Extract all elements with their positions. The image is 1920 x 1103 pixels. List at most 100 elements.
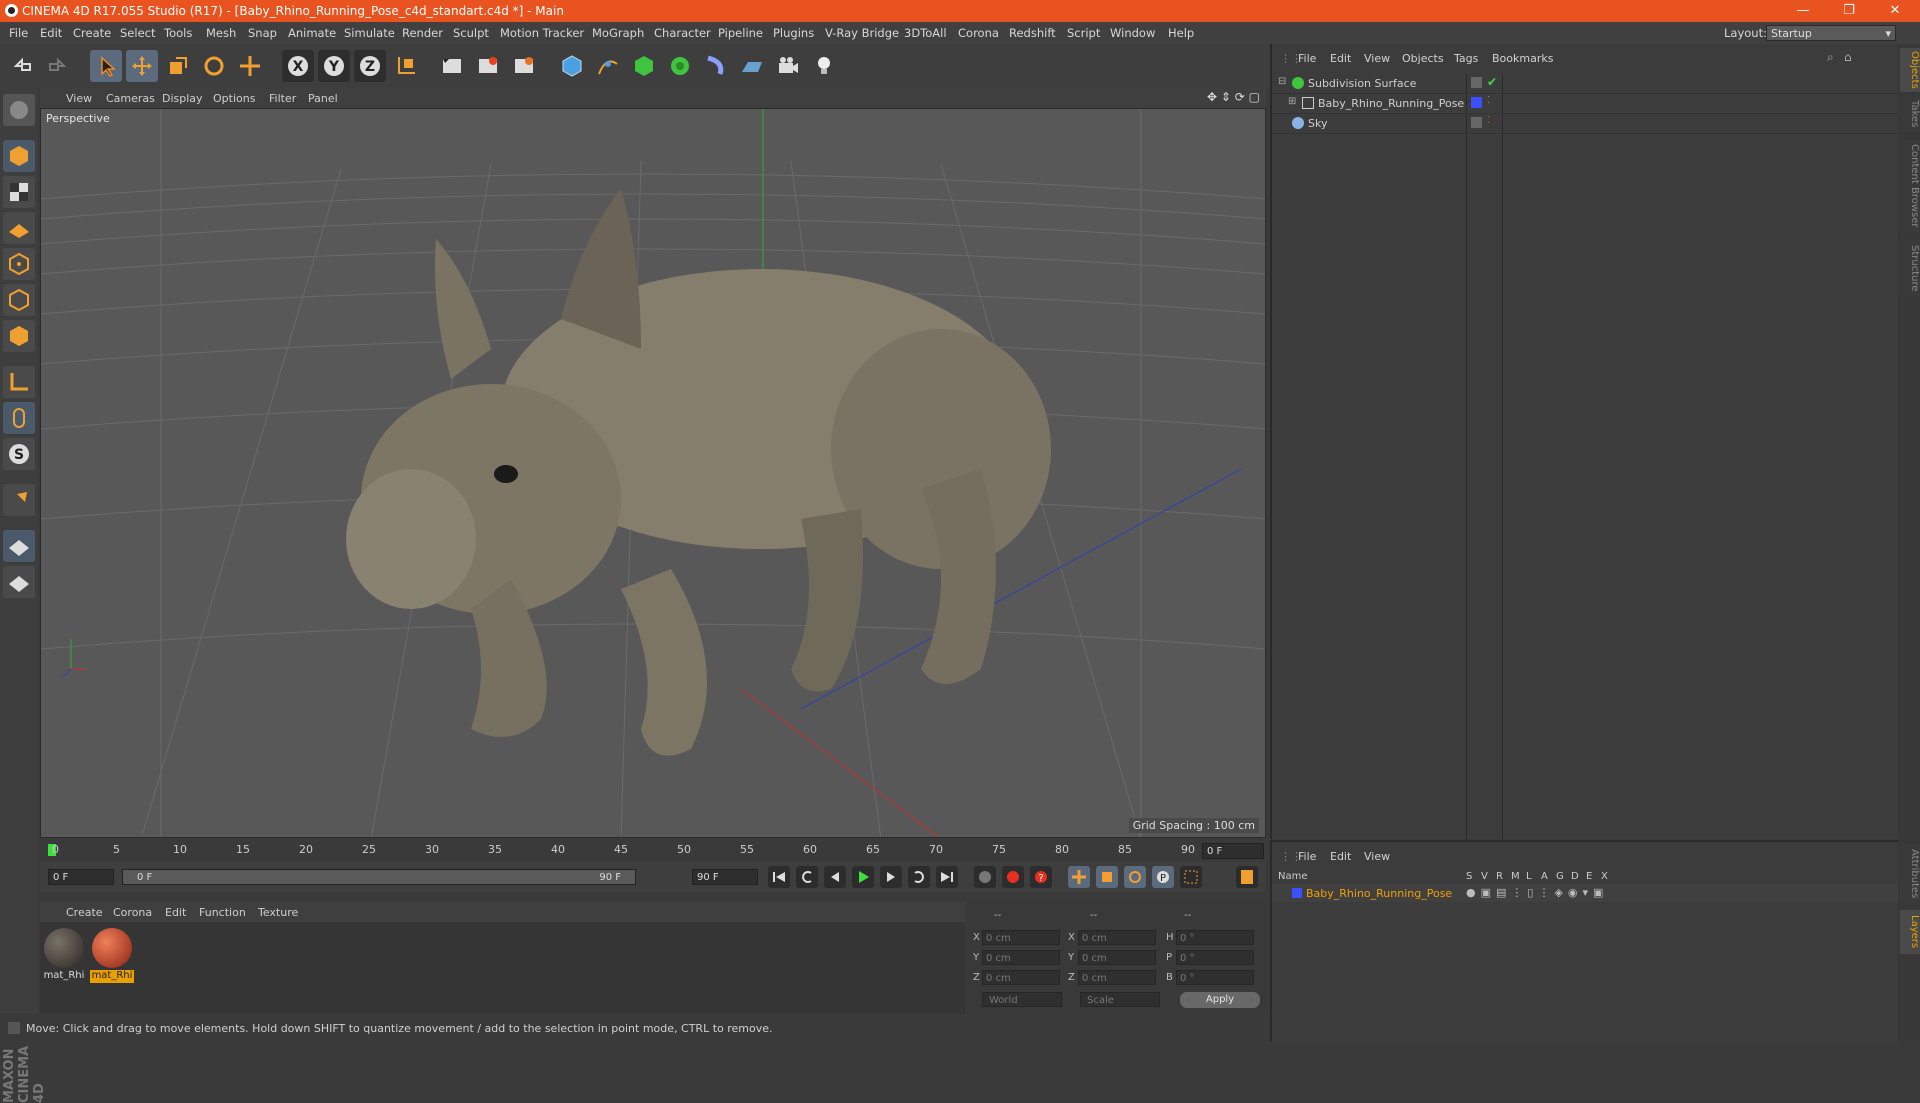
menu-tools[interactable]: Tools xyxy=(164,26,192,40)
tab-layers[interactable]: Layers xyxy=(1900,910,1920,954)
next-frame-button[interactable] xyxy=(880,866,902,888)
rot-h-field[interactable]: 0 ° xyxy=(1176,930,1254,945)
menu-edit[interactable]: Edit xyxy=(40,26,62,40)
prev-frame-button[interactable] xyxy=(824,866,846,888)
live-selection-button[interactable] xyxy=(90,50,122,82)
viewport-perspective[interactable]: Perspective Grid Spacing : 100 cm xyxy=(40,108,1266,838)
undo-button[interactable] xyxy=(6,50,38,82)
pos-x-field[interactable]: 0 cm xyxy=(982,930,1060,945)
mat-menu-create[interactable]: Create xyxy=(66,906,103,919)
visibility-icon[interactable] xyxy=(1471,77,1482,88)
menu-animate[interactable]: Animate xyxy=(288,26,336,40)
vp-menu-options[interactable]: Options xyxy=(213,92,255,105)
vp-menu-filter[interactable]: Filter xyxy=(269,92,296,105)
visibility-dots-icon[interactable]: ⁚ xyxy=(1487,95,1490,106)
rot-p-field[interactable]: 0 ° xyxy=(1176,950,1254,965)
cube-object-button[interactable] xyxy=(556,50,588,82)
visibility-icon[interactable] xyxy=(1471,117,1482,128)
vp-menu-display[interactable]: Display xyxy=(162,92,203,105)
layout-select[interactable]: Startup ▾ xyxy=(1766,25,1896,41)
menu-simulate[interactable]: Simulate xyxy=(344,26,395,40)
menu-3dtoall[interactable]: 3DToAll xyxy=(904,26,947,40)
om-menu-bookmarks[interactable]: Bookmarks xyxy=(1492,52,1553,65)
size-mode-select[interactable]: Scale xyxy=(1080,992,1160,1007)
lm-menu-view[interactable]: View xyxy=(1364,850,1390,863)
layer-row[interactable]: Baby_Rhino_Running_Pose ●▣▤⋮▯⋮◈◉▾▣ xyxy=(1272,884,1900,902)
menu-help[interactable]: Help xyxy=(1168,26,1194,40)
prev-key-button[interactable] xyxy=(796,866,818,888)
om-menu-view[interactable]: View xyxy=(1364,52,1390,65)
transform-tool-button[interactable] xyxy=(234,50,266,82)
workplane-snap-button[interactable] xyxy=(3,566,35,598)
menu-sculpt[interactable]: Sculpt xyxy=(453,26,489,40)
key-pla-button[interactable] xyxy=(1180,866,1202,888)
move-tool-button[interactable] xyxy=(126,50,158,82)
menu-script[interactable]: Script xyxy=(1067,26,1100,40)
layer-name[interactable]: Baby_Rhino_Running_Pose xyxy=(1306,887,1452,900)
menu-window[interactable]: Window xyxy=(1110,26,1155,40)
collapse-icon[interactable]: ⊟ xyxy=(1278,76,1286,87)
pos-z-field[interactable]: 0 cm xyxy=(982,970,1060,985)
solo-button[interactable]: S xyxy=(3,438,35,470)
rhino-model[interactable] xyxy=(346,189,1051,756)
object-name[interactable]: Baby_Rhino_Running_Pose xyxy=(1318,97,1464,110)
key-parameter-button[interactable]: P xyxy=(1152,866,1174,888)
size-z-field[interactable]: 0 cm xyxy=(1078,970,1156,985)
tweak-mode-button[interactable] xyxy=(3,402,35,434)
key-rotation-button[interactable] xyxy=(1124,866,1146,888)
goto-end-button[interactable] xyxy=(936,866,958,888)
grid-lock-button[interactable] xyxy=(3,530,35,562)
layer-color-icon[interactable] xyxy=(1471,97,1482,108)
keyframe-selection-button[interactable]: ? xyxy=(1030,866,1052,888)
vp-menu-view[interactable]: View xyxy=(66,92,92,105)
menu-file[interactable]: File xyxy=(9,26,28,40)
timeline-ruler[interactable]: 0 5 10 15 20 25 30 35 40 45 50 55 60 65 … xyxy=(40,840,1266,862)
om-menu-tags[interactable]: Tags xyxy=(1454,52,1478,65)
record-keys-button[interactable] xyxy=(974,866,996,888)
vp-menu-cameras[interactable]: Cameras xyxy=(106,92,155,105)
object-row[interactable]: ⊞ Baby_Rhino_Running_Pose ⁚ xyxy=(1272,94,1900,114)
polygons-mode-button[interactable] xyxy=(3,320,35,352)
subdivision-surface-button[interactable] xyxy=(628,50,660,82)
search-icon[interactable]: ⌕ xyxy=(1827,50,1834,65)
object-row[interactable]: ⊟ Subdivision Surface ✔ xyxy=(1272,74,1900,94)
size-x-field[interactable]: 0 cm xyxy=(1078,930,1156,945)
tab-content-browser[interactable]: Content Browser xyxy=(1900,140,1920,232)
menu-pipeline[interactable]: Pipeline xyxy=(718,26,763,40)
make-editable-button[interactable] xyxy=(3,94,35,126)
lm-menu-file[interactable]: File xyxy=(1298,850,1316,863)
spline-pen-button[interactable] xyxy=(592,50,624,82)
visibility-dots-icon[interactable]: ⁚ xyxy=(1487,115,1490,126)
points-mode-button[interactable] xyxy=(3,248,35,280)
om-menu-edit[interactable]: Edit xyxy=(1330,52,1351,65)
mat-menu-corona[interactable]: Corona xyxy=(113,906,152,919)
object-name[interactable]: Sky xyxy=(1308,117,1327,130)
tab-attributes[interactable]: Attributes xyxy=(1900,844,1920,904)
timeline-window-button[interactable] xyxy=(1236,866,1258,888)
material-swatch[interactable]: mat_Rhi xyxy=(42,928,86,984)
goto-start-button[interactable] xyxy=(768,866,790,888)
scale-tool-button[interactable] xyxy=(162,50,194,82)
om-menu-objects[interactable]: Objects xyxy=(1402,52,1444,65)
object-row[interactable]: Sky ⁚ xyxy=(1272,114,1900,134)
menu-character[interactable]: Character xyxy=(654,26,711,40)
viewport-navigation-icon[interactable]: ✥ ⇕ ⟳ ▢ xyxy=(1207,90,1260,104)
layer-color-icon[interactable] xyxy=(1292,888,1302,898)
menu-render[interactable]: Render xyxy=(402,26,443,40)
tab-objects[interactable]: Objects xyxy=(1900,48,1920,92)
mat-menu-function[interactable]: Function xyxy=(199,906,246,919)
layer-flags-icons[interactable]: ●▣▤⋮▯⋮◈◉▾▣ xyxy=(1466,886,1608,899)
deformer-button[interactable] xyxy=(700,50,732,82)
checkmark-icon[interactable]: ✔ xyxy=(1487,75,1497,89)
menu-mograph[interactable]: MoGraph xyxy=(592,26,644,40)
camera-button[interactable] xyxy=(772,50,804,82)
render-settings-button[interactable] xyxy=(508,50,540,82)
axis-mode-button[interactable] xyxy=(3,366,35,398)
vp-menu-panel[interactable]: Panel xyxy=(308,92,338,105)
menu-motion-tracker[interactable]: Motion Tracker xyxy=(500,26,584,40)
menu-redshift[interactable]: Redshift xyxy=(1009,26,1056,40)
redo-button[interactable] xyxy=(42,50,74,82)
tab-structure[interactable]: Structure xyxy=(1900,240,1920,296)
y-axis-lock-button[interactable]: Y xyxy=(318,50,350,82)
cloner-button[interactable] xyxy=(664,50,696,82)
